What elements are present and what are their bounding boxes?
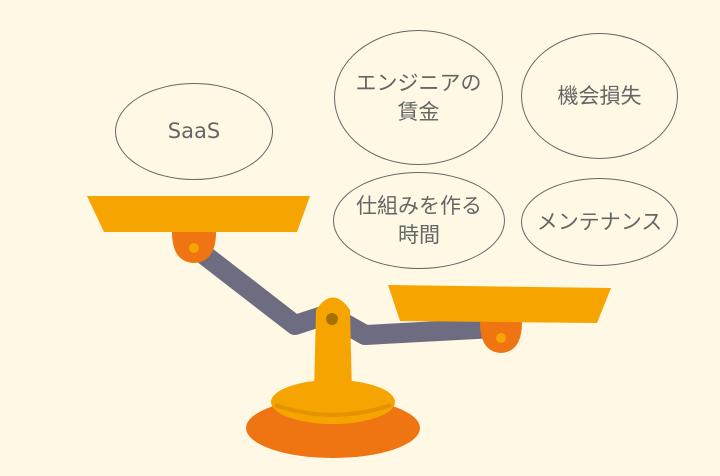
pivot-pin [326, 313, 338, 325]
bubble-label: メンテナンス [536, 209, 663, 234]
bubble-engineer-wage: エンジニアの 賃金 [334, 30, 503, 165]
bubble-maintenance: メンテナンス [521, 178, 678, 266]
bubble-saas: SaaS [115, 83, 273, 180]
bubble-label: 仕組みを作る 時間 [356, 193, 482, 247]
bubble-build-time: 仕組みを作る 時間 [333, 172, 505, 269]
bubble-label: エンジニアの 賃金 [355, 70, 482, 124]
bubble-label: 機会損失 [557, 83, 642, 108]
left-pan [87, 196, 310, 232]
bubble-label: SaaS [167, 119, 221, 143]
right-pan [388, 285, 611, 323]
right-hub-dot [496, 333, 506, 343]
pivot-post [314, 297, 352, 395]
left-hub-dot [189, 243, 199, 253]
bubble-opportunity-loss: 機会損失 [521, 33, 678, 159]
